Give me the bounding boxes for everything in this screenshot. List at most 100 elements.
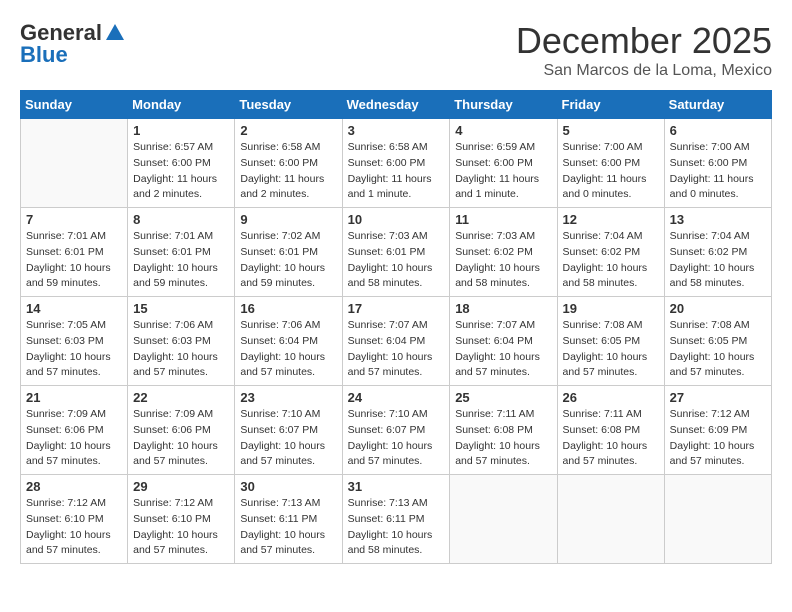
day-info: Sunrise: 7:00 AMSunset: 6:00 PMDaylight:… [670, 140, 766, 203]
day-info: Sunrise: 7:05 AMSunset: 6:03 PMDaylight:… [26, 318, 122, 381]
table-row: 19 Sunrise: 7:08 AMSunset: 6:05 PMDayligh… [557, 297, 664, 386]
day-number: 10 [348, 212, 445, 227]
table-row: 9 Sunrise: 7:02 AMSunset: 6:01 PMDaylight… [235, 208, 342, 297]
day-number: 5 [563, 123, 659, 138]
day-number: 27 [670, 390, 766, 405]
day-info: Sunrise: 7:07 AMSunset: 6:04 PMDaylight:… [348, 318, 445, 381]
day-number: 8 [133, 212, 229, 227]
table-row: 20 Sunrise: 7:08 AMSunset: 6:05 PMDayligh… [664, 297, 771, 386]
day-info: Sunrise: 7:13 AMSunset: 6:11 PMDaylight:… [240, 496, 336, 559]
table-row: 23 Sunrise: 7:10 AMSunset: 6:07 PMDayligh… [235, 386, 342, 475]
table-row: 18 Sunrise: 7:07 AMSunset: 6:04 PMDayligh… [450, 297, 557, 386]
day-info: Sunrise: 7:09 AMSunset: 6:06 PMDaylight:… [26, 407, 122, 470]
day-info: Sunrise: 6:59 AMSunset: 6:00 PMDaylight:… [455, 140, 551, 203]
day-number: 23 [240, 390, 336, 405]
header-tuesday: Tuesday [235, 91, 342, 119]
table-row: 13 Sunrise: 7:04 AMSunset: 6:02 PMDayligh… [664, 208, 771, 297]
day-number: 24 [348, 390, 445, 405]
logo-blue-text: Blue [20, 42, 68, 68]
table-row [557, 475, 664, 564]
header-thursday: Thursday [450, 91, 557, 119]
day-info: Sunrise: 7:13 AMSunset: 6:11 PMDaylight:… [348, 496, 445, 559]
day-number: 12 [563, 212, 659, 227]
day-number: 26 [563, 390, 659, 405]
table-row [450, 475, 557, 564]
title-area: December 2025 San Marcos de la Loma, Mex… [516, 20, 772, 80]
day-number: 13 [670, 212, 766, 227]
header-sunday: Sunday [21, 91, 128, 119]
day-info: Sunrise: 7:08 AMSunset: 6:05 PMDaylight:… [563, 318, 659, 381]
day-info: Sunrise: 7:03 AMSunset: 6:02 PMDaylight:… [455, 229, 551, 292]
table-row: 21 Sunrise: 7:09 AMSunset: 6:06 PMDayligh… [21, 386, 128, 475]
header-saturday: Saturday [664, 91, 771, 119]
day-number: 6 [670, 123, 766, 138]
day-number: 20 [670, 301, 766, 316]
day-info: Sunrise: 7:12 AMSunset: 6:09 PMDaylight:… [670, 407, 766, 470]
day-info: Sunrise: 7:10 AMSunset: 6:07 PMDaylight:… [240, 407, 336, 470]
day-info: Sunrise: 6:57 AMSunset: 6:00 PMDaylight:… [133, 140, 229, 203]
day-info: Sunrise: 7:12 AMSunset: 6:10 PMDaylight:… [133, 496, 229, 559]
day-info: Sunrise: 7:10 AMSunset: 6:07 PMDaylight:… [348, 407, 445, 470]
day-number: 22 [133, 390, 229, 405]
day-info: Sunrise: 7:09 AMSunset: 6:06 PMDaylight:… [133, 407, 229, 470]
calendar-header-row: Sunday Monday Tuesday Wednesday Thursday… [21, 91, 772, 119]
table-row: 29 Sunrise: 7:12 AMSunset: 6:10 PMDayligh… [128, 475, 235, 564]
day-info: Sunrise: 7:04 AMSunset: 6:02 PMDaylight:… [670, 229, 766, 292]
day-info: Sunrise: 6:58 AMSunset: 6:00 PMDaylight:… [240, 140, 336, 203]
day-info: Sunrise: 7:02 AMSunset: 6:01 PMDaylight:… [240, 229, 336, 292]
day-number: 16 [240, 301, 336, 316]
header: General Blue December 2025 San Marcos de… [20, 20, 772, 80]
logo: General Blue [20, 20, 126, 68]
day-number: 7 [26, 212, 122, 227]
table-row: 14 Sunrise: 7:05 AMSunset: 6:03 PMDayligh… [21, 297, 128, 386]
day-number: 9 [240, 212, 336, 227]
table-row: 26 Sunrise: 7:11 AMSunset: 6:08 PMDayligh… [557, 386, 664, 475]
day-number: 15 [133, 301, 229, 316]
table-row: 10Sunrise: 7:03 AMSunset: 6:01 PMDayligh… [342, 208, 450, 297]
day-number: 14 [26, 301, 122, 316]
day-number: 18 [455, 301, 551, 316]
table-row: 6 Sunrise: 7:00 AMSunset: 6:00 PMDaylight… [664, 119, 771, 208]
table-row: 24 Sunrise: 7:10 AMSunset: 6:07 PMDayligh… [342, 386, 450, 475]
day-info: Sunrise: 7:08 AMSunset: 6:05 PMDaylight:… [670, 318, 766, 381]
day-number: 2 [240, 123, 336, 138]
day-info: Sunrise: 7:00 AMSunset: 6:00 PMDaylight:… [563, 140, 659, 203]
day-number: 31 [348, 479, 445, 494]
header-monday: Monday [128, 91, 235, 119]
table-row [21, 119, 128, 208]
calendar-week-row: 14 Sunrise: 7:05 AMSunset: 6:03 PMDayligh… [21, 297, 772, 386]
day-number: 3 [348, 123, 445, 138]
table-row: 12 Sunrise: 7:04 AMSunset: 6:02 PMDayligh… [557, 208, 664, 297]
day-info: Sunrise: 7:07 AMSunset: 6:04 PMDaylight:… [455, 318, 551, 381]
header-wednesday: Wednesday [342, 91, 450, 119]
table-row: 8 Sunrise: 7:01 AMSunset: 6:01 PMDaylight… [128, 208, 235, 297]
day-number: 28 [26, 479, 122, 494]
day-number: 29 [133, 479, 229, 494]
day-info: Sunrise: 7:04 AMSunset: 6:02 PMDaylight:… [563, 229, 659, 292]
calendar-week-row: 28 Sunrise: 7:12 AMSunset: 6:10 PMDayligh… [21, 475, 772, 564]
day-number: 4 [455, 123, 551, 138]
day-info: Sunrise: 7:01 AMSunset: 6:01 PMDaylight:… [26, 229, 122, 292]
calendar-week-row: 21 Sunrise: 7:09 AMSunset: 6:06 PMDayligh… [21, 386, 772, 475]
table-row: 2 Sunrise: 6:58 AMSunset: 6:00 PMDaylight… [235, 119, 342, 208]
day-info: Sunrise: 7:01 AMSunset: 6:01 PMDaylight:… [133, 229, 229, 292]
table-row [664, 475, 771, 564]
day-info: Sunrise: 7:06 AMSunset: 6:03 PMDaylight:… [133, 318, 229, 381]
day-number: 19 [563, 301, 659, 316]
table-row: 4 Sunrise: 6:59 AMSunset: 6:00 PMDaylight… [450, 119, 557, 208]
day-info: Sunrise: 7:06 AMSunset: 6:04 PMDaylight:… [240, 318, 336, 381]
day-number: 21 [26, 390, 122, 405]
table-row: 3Sunrise: 6:58 AMSunset: 6:00 PMDaylight… [342, 119, 450, 208]
table-row: 7 Sunrise: 7:01 AMSunset: 6:01 PMDaylight… [21, 208, 128, 297]
calendar-table: Sunday Monday Tuesday Wednesday Thursday… [20, 90, 772, 564]
day-number: 25 [455, 390, 551, 405]
day-info: Sunrise: 7:11 AMSunset: 6:08 PMDaylight:… [563, 407, 659, 470]
location: San Marcos de la Loma, Mexico [516, 62, 772, 80]
table-row: 15 Sunrise: 7:06 AMSunset: 6:03 PMDayligh… [128, 297, 235, 386]
table-row: 25 Sunrise: 7:11 AMSunset: 6:08 PMDayligh… [450, 386, 557, 475]
day-info: Sunrise: 7:11 AMSunset: 6:08 PMDaylight:… [455, 407, 551, 470]
table-row: 17Sunrise: 7:07 AMSunset: 6:04 PMDayligh… [342, 297, 450, 386]
table-row: 11Sunrise: 7:03 AMSunset: 6:02 PMDayligh… [450, 208, 557, 297]
day-info: Sunrise: 7:12 AMSunset: 6:10 PMDaylight:… [26, 496, 122, 559]
table-row: 1Sunrise: 6:57 AMSunset: 6:00 PMDaylight… [128, 119, 235, 208]
